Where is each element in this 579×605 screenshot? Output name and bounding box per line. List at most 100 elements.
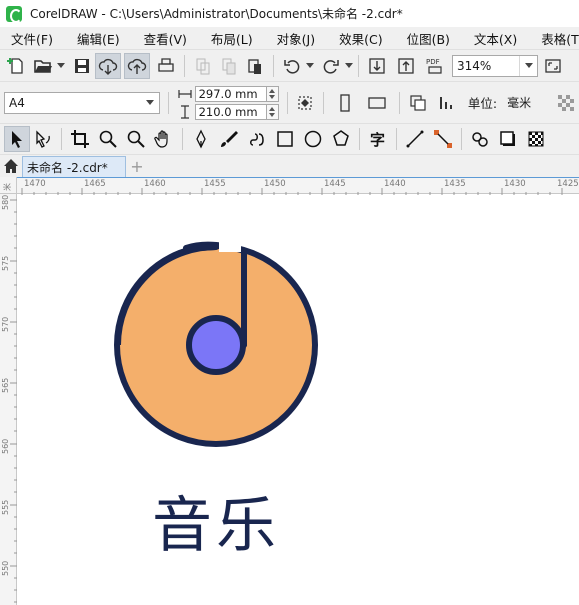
full-screen-icon[interactable] [540, 53, 566, 79]
add-tab-button[interactable]: + [126, 156, 148, 177]
ruler-tick-label: 570 [1, 316, 10, 332]
shadow-tool-icon[interactable] [495, 126, 521, 152]
redo-icon[interactable] [318, 53, 344, 79]
crop-tool-icon[interactable] [67, 126, 93, 152]
svg-text:字: 字 [370, 131, 385, 149]
menu-layout[interactable]: 布局(L) [204, 29, 260, 48]
undo-dropdown[interactable] [305, 53, 314, 79]
menu-object[interactable]: 对象(J) [270, 29, 322, 48]
document-tab-bar: 未命名 -2.cdr* + [0, 154, 579, 177]
separator [167, 91, 169, 114]
ruler-tick-label: 1450 [264, 179, 286, 189]
all-pages-icon[interactable] [405, 90, 430, 116]
ruler-tick-label: 1465 [84, 179, 106, 189]
transparency-tool-icon[interactable] [523, 126, 549, 152]
cut-icon [190, 53, 216, 79]
open-dropdown[interactable] [56, 53, 65, 79]
page-size-select[interactable]: A4 [4, 91, 160, 114]
page-size-value: A4 [9, 95, 25, 110]
cloud-export-icon[interactable] [124, 52, 150, 79]
export-icon[interactable] [393, 53, 419, 79]
window-title: CorelDRAW - C:\Users\Administrator\Docum… [30, 7, 403, 21]
pan-zoom-icon[interactable] [123, 126, 149, 152]
document-tab[interactable]: 未命名 -2.cdr* [22, 156, 126, 177]
current-page-icon[interactable] [435, 90, 460, 116]
landscape-icon[interactable] [364, 90, 389, 116]
smart-drawing-icon[interactable] [244, 126, 270, 152]
line-tool-icon[interactable] [402, 126, 428, 152]
zoom-tool-icon[interactable] [95, 126, 121, 152]
ruler-tick-label: 1430 [504, 179, 526, 189]
save-icon[interactable] [69, 53, 95, 79]
ruler-tick-label: 1460 [144, 179, 166, 189]
zoom-level-value: 314% [457, 58, 492, 73]
ellipse-tool-icon[interactable] [300, 126, 326, 152]
ruler-tick-label: 575 [1, 255, 10, 271]
portrait-icon[interactable] [333, 90, 358, 116]
separator [359, 128, 360, 150]
menu-bar: 文件(F) 编辑(E) 查看(V) 布局(L) 对象(J) 效果(C) 位图(B… [0, 27, 579, 49]
horizontal-ruler[interactable]: 1470 1465 1460 1455 1450 1445 1440 1435 … [17, 177, 579, 195]
home-icon[interactable] [0, 155, 22, 177]
fill-tool-icon[interactable] [467, 126, 493, 152]
coreldraw-logo-icon [6, 5, 22, 23]
ruler-tick-label: 1445 [324, 179, 346, 189]
page-contents-icon[interactable] [293, 90, 318, 116]
menu-table[interactable]: 表格(T) [534, 29, 579, 48]
pick-tool-icon[interactable] [4, 126, 30, 152]
open-icon[interactable] [30, 53, 56, 79]
artwork-text[interactable]: 音乐 [152, 477, 280, 564]
redo-dropdown[interactable] [344, 53, 353, 79]
drawing-canvas[interactable] [18, 195, 579, 605]
shape-tool-icon[interactable] [30, 126, 56, 152]
ruler-tick-label: 580 [1, 194, 10, 210]
ruler-tick-label: 1435 [444, 179, 466, 189]
property-bar: A4 297.0 mm 210.0 mm 单位: 毫米 [0, 81, 579, 123]
chevron-down-icon[interactable] [519, 55, 537, 76]
rectangle-tool-icon[interactable] [272, 126, 298, 152]
page-width-field[interactable]: 297.0 mm [194, 85, 267, 102]
menu-bitmaps[interactable]: 位图(B) [400, 29, 457, 48]
chevron-down-icon[interactable] [141, 93, 159, 113]
new-document-icon[interactable] [4, 53, 30, 79]
polygon-tool-icon[interactable] [328, 126, 354, 152]
title-bar: CorelDRAW - C:\Users\Administrator\Docum… [0, 0, 579, 27]
ruler-tick-label: 555 [1, 499, 10, 515]
menu-text[interactable]: 文本(X) [467, 29, 524, 48]
ruler-tick-label: 1425 [557, 179, 579, 189]
zoom-level-select[interactable]: 314% [452, 54, 538, 77]
menu-view[interactable]: 查看(V) [137, 29, 194, 48]
separator [184, 54, 185, 77]
standard-toolbar: PDF 314% [0, 49, 579, 81]
copy-icon [216, 53, 242, 79]
units-value: 毫米 [507, 96, 532, 110]
cloud-import-icon[interactable] [95, 52, 121, 79]
text-tool-icon[interactable]: 字 [365, 126, 391, 152]
grid-icon[interactable] [554, 90, 579, 116]
menu-edit[interactable]: 编辑(E) [70, 29, 127, 48]
page-height-spinner[interactable] [266, 103, 279, 120]
page-height-field[interactable]: 210.0 mm [194, 103, 267, 120]
pan-tool-icon[interactable] [151, 126, 177, 152]
paste-icon[interactable] [242, 53, 268, 79]
artistic-media-icon[interactable] [216, 126, 242, 152]
width-icon [178, 89, 192, 98]
menu-file[interactable]: 文件(F) [4, 29, 60, 48]
ruler-tick-label: 560 [1, 438, 10, 454]
units-select[interactable]: 毫米 [503, 92, 554, 114]
menu-effects[interactable]: 效果(C) [332, 29, 389, 48]
height-icon [180, 104, 189, 119]
ruler-origin[interactable]: 米 [0, 177, 17, 194]
import-icon[interactable] [364, 53, 390, 79]
pdf-icon[interactable]: PDF [422, 53, 448, 79]
freehand-tool-icon[interactable] [188, 126, 214, 152]
print-icon[interactable] [153, 53, 179, 79]
vertical-ruler[interactable]: 580 575 570 565 560 555 550 [0, 194, 17, 605]
separator [399, 91, 401, 114]
page-width-spinner[interactable] [266, 85, 279, 102]
connector-tool-icon[interactable] [430, 126, 456, 152]
ruler-tick-label: 550 [1, 560, 10, 576]
ruler-tick-label: 565 [1, 377, 10, 393]
undo-icon[interactable] [279, 53, 305, 79]
separator [61, 128, 62, 150]
